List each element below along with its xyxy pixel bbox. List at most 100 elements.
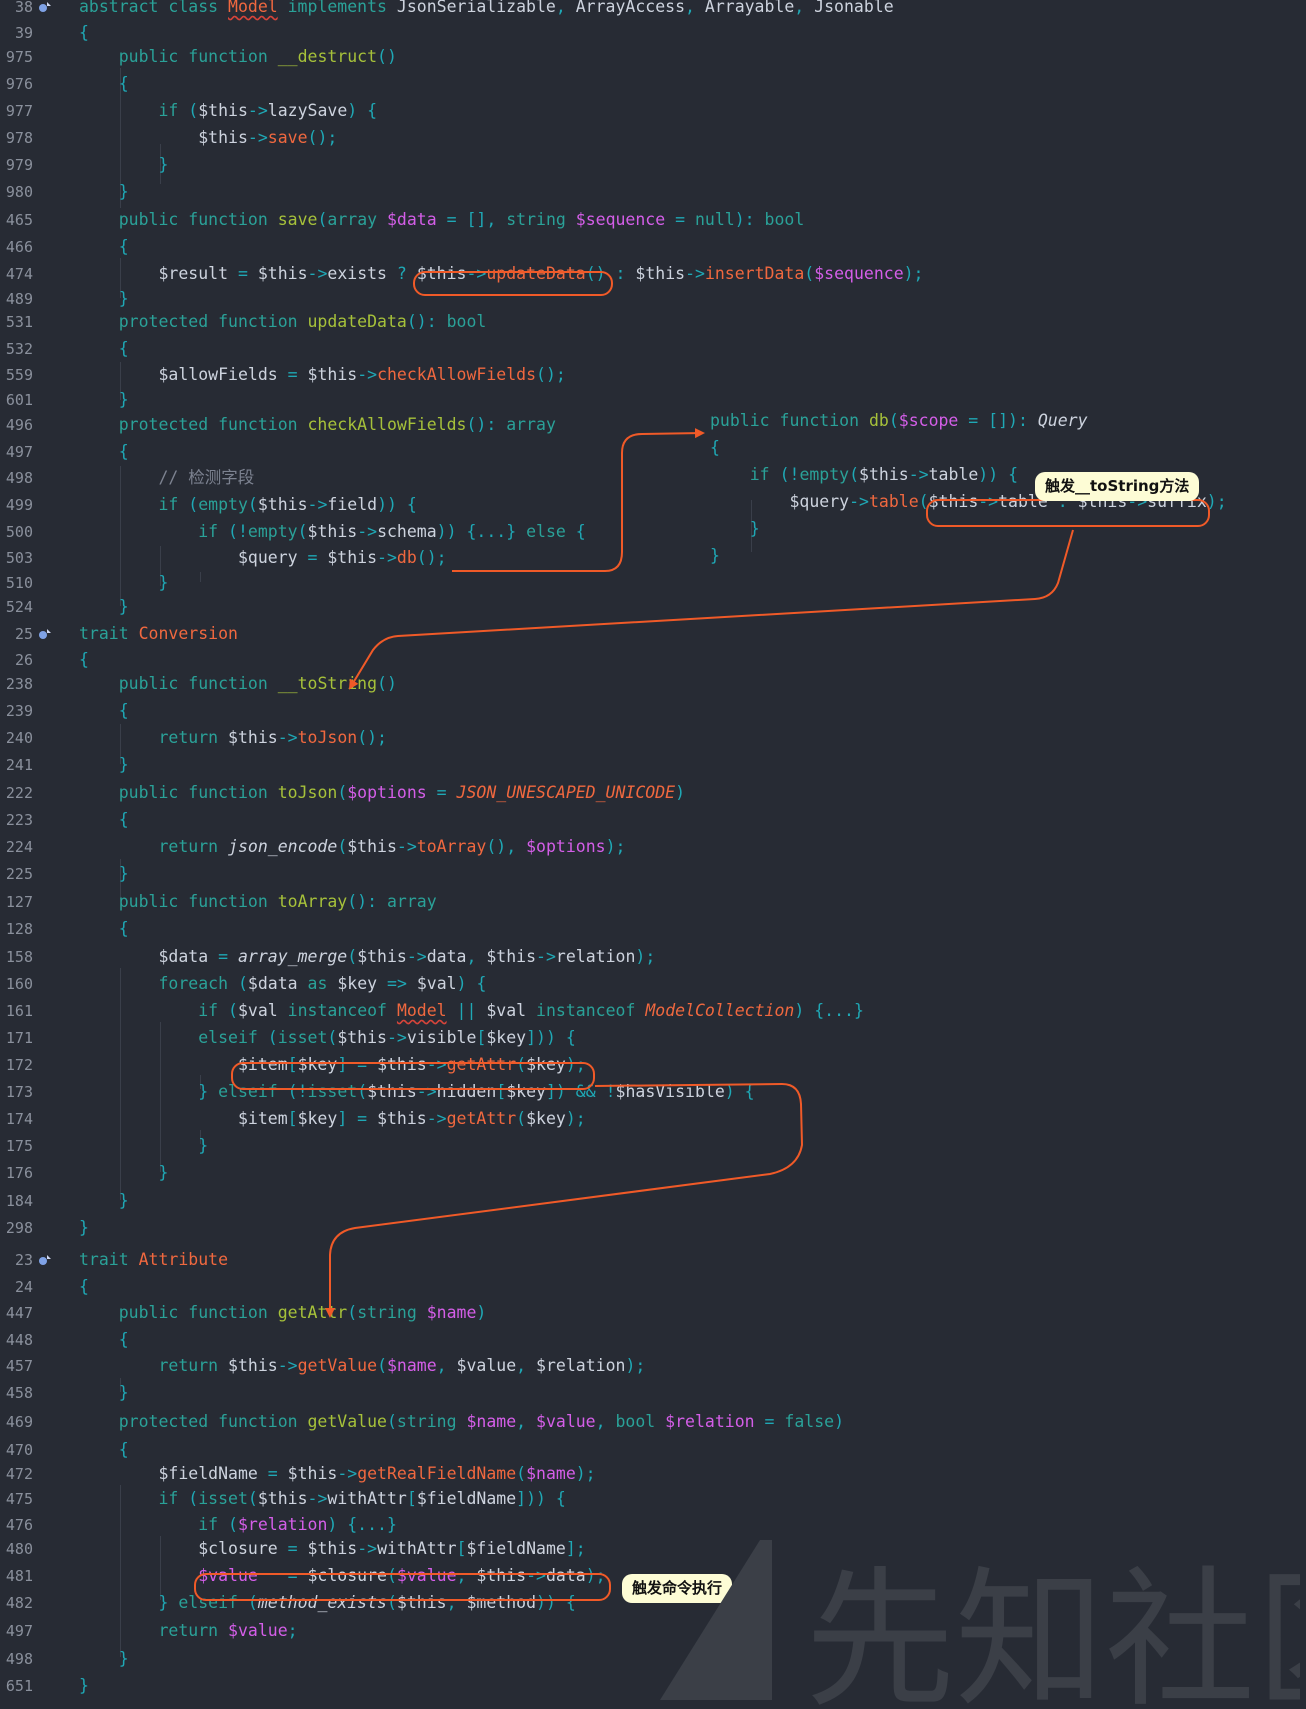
code-token: = [665, 210, 695, 229]
code-text[interactable]: } [79, 1188, 129, 1214]
code-text[interactable]: { [79, 1327, 129, 1353]
code-text[interactable]: { [79, 647, 89, 673]
code-text[interactable]: if ($this->lazySave) { [79, 98, 377, 124]
code-token: abstract class [79, 0, 229, 16]
code-text[interactable]: $fieldName = $this->getRealFieldName($na… [79, 1461, 595, 1487]
code-token: db [868, 411, 889, 430]
code-text[interactable]: if ($relation) {...} [79, 1512, 397, 1538]
code-token: ( [188, 101, 199, 120]
code-text[interactable]: { [79, 807, 129, 833]
code-editor[interactable]: 38 abstract class Model implements JsonSe… [0, 0, 1306, 1709]
code-text[interactable]: public function getAttr(string $name) [79, 1300, 487, 1326]
code-text[interactable]: { [79, 336, 129, 362]
code-line: 469 protected function getValue(string $… [0, 1409, 1306, 1435]
code-line: 223 { [0, 807, 1306, 833]
code-text[interactable]: } [710, 516, 760, 542]
code-text[interactable]: protected function getValue(string $name… [79, 1409, 844, 1435]
code-text[interactable]: } [79, 594, 129, 620]
code-text[interactable]: } [79, 152, 168, 178]
code-token: $data [247, 974, 298, 993]
code-line: 532 { [0, 336, 1306, 362]
code-text[interactable]: } [79, 1215, 89, 1241]
code-text[interactable]: return json_encode($this->toArray(), $op… [79, 834, 625, 860]
code-text[interactable]: } [79, 1646, 129, 1672]
override-gutter-icon[interactable] [38, 628, 52, 640]
line-number: 172 [5, 1056, 33, 1074]
code-text[interactable]: } [710, 543, 720, 569]
code-text[interactable]: public function db($scope = []): Query [710, 408, 1088, 434]
code-token: { [79, 650, 89, 669]
line-number: 158 [5, 948, 33, 966]
code-text[interactable]: { [79, 698, 129, 724]
code-text[interactable]: public function __toString() [79, 671, 397, 697]
code-line: 510 } [0, 570, 1306, 596]
code-token: $result [158, 264, 229, 283]
code-text[interactable]: } [79, 570, 168, 596]
code-text[interactable]: { [79, 1274, 89, 1300]
code-text[interactable]: public function toArray(): array [79, 889, 437, 915]
code-text[interactable]: return $value; [79, 1618, 297, 1644]
code-token: } [198, 1136, 209, 1155]
code-text[interactable]: if (!empty($this->table)) { [710, 462, 1018, 488]
code-token: $allowFields [158, 365, 278, 384]
code-token: )) { [978, 465, 1019, 484]
code-token: $this [859, 465, 909, 484]
code-text[interactable]: abstract class Model implements JsonSeri… [79, 0, 894, 20]
code-text[interactable]: { [710, 435, 720, 461]
line-number: 224 [5, 838, 33, 856]
code-token: ); [625, 1356, 646, 1375]
code-text[interactable]: trait Conversion [79, 621, 238, 647]
code-text[interactable]: public function __destruct() [79, 44, 397, 70]
code-token: ) {...} [327, 1515, 397, 1534]
code-text[interactable]: } [79, 1133, 208, 1159]
override-gutter-icon[interactable] [38, 1254, 52, 1266]
code-token: , [466, 947, 487, 966]
code-text[interactable]: } [79, 861, 129, 887]
code-text[interactable]: { [79, 916, 129, 942]
line-number: 470 [5, 1441, 33, 1459]
code-text[interactable]: public function toJson($options = JSON_U… [79, 780, 685, 806]
code-token: if [158, 101, 189, 120]
code-text[interactable]: $closure = $this->withAttr[$fieldName]; [79, 1536, 585, 1562]
code-text[interactable]: { [79, 234, 129, 260]
code-text[interactable]: } [79, 752, 129, 778]
code-text[interactable]: trait Attribute [79, 1247, 228, 1273]
code-text[interactable]: { [79, 1437, 129, 1463]
code-text[interactable]: if ($val instanceof Model || $val instan… [79, 998, 864, 1024]
code-token: ) { [347, 101, 378, 120]
code-line: 222 public function toJson($options = JS… [0, 780, 1306, 806]
code-token: } [118, 755, 129, 774]
code-text[interactable]: $allowFields = $this->checkAllowFields()… [79, 362, 565, 388]
code-text[interactable]: if (isset($this->withAttr[$fieldName])) … [79, 1486, 565, 1512]
code-text[interactable]: $data = array_merge($this->data, $this->… [79, 944, 655, 970]
code-token: $this [377, 1109, 427, 1128]
code-token: $val [486, 1001, 527, 1020]
code-line: 472 $fieldName = $this->getRealFieldName… [0, 1461, 1306, 1487]
line-number: 127 [5, 893, 33, 911]
code-text[interactable]: public function save(array $data = [], s… [79, 207, 805, 233]
code-text[interactable]: } [79, 179, 129, 205]
code-token: string [357, 1303, 427, 1322]
code-text[interactable]: } [79, 1160, 168, 1186]
code-text[interactable]: return $this->toJson(); [79, 725, 387, 751]
code-token: Jsonable [814, 0, 894, 16]
code-token: } [198, 1082, 219, 1101]
override-gutter-icon[interactable] [38, 1, 52, 13]
code-text[interactable]: return $this->getValue($name, $value, $r… [79, 1353, 645, 1379]
code-text[interactable]: foreach ($data as $key => $val) { [79, 971, 486, 997]
code-text[interactable]: } [79, 1380, 129, 1406]
code-text[interactable]: $this->save(); [79, 125, 337, 151]
code-text[interactable]: { [79, 71, 129, 97]
code-text[interactable]: protected function updateData(): bool [79, 309, 487, 335]
code-text[interactable]: { [79, 20, 89, 46]
code-line: 447 public function getAttr(string $name… [0, 1300, 1306, 1326]
code-text[interactable]: } [79, 1673, 89, 1699]
code-text[interactable]: $item[$key] = $this->getAttr($key); [79, 1106, 586, 1132]
code-token: array_merge [237, 947, 348, 966]
code-text[interactable]: elseif (isset($this->visible[$key])) { [79, 1025, 576, 1051]
